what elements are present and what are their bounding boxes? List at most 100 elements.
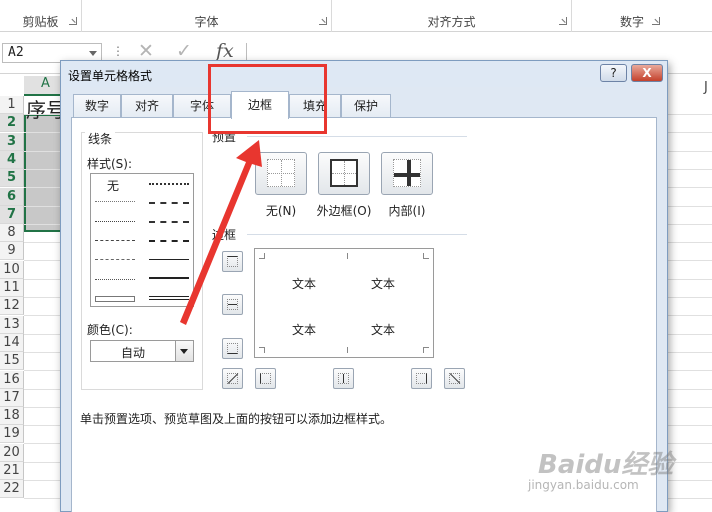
line-style-list[interactable]: 无 bbox=[90, 173, 194, 307]
border-none-icon bbox=[267, 159, 295, 187]
preset-outline-label: 外边框(O) bbox=[316, 204, 372, 218]
row-header-8[interactable]: 8 bbox=[0, 224, 24, 243]
row-header-1[interactable]: 1 bbox=[0, 96, 24, 114]
line-style-option[interactable] bbox=[149, 296, 189, 300]
ribbon-group-label: 字体 bbox=[194, 15, 219, 29]
row-header-5[interactable]: 5 bbox=[0, 169, 24, 188]
row-header-18[interactable]: 18 bbox=[0, 407, 24, 426]
line-style-option[interactable] bbox=[149, 202, 189, 204]
lines-section-label: 线条 bbox=[85, 130, 116, 147]
preview-text: 文本 bbox=[292, 323, 317, 337]
row-header-4[interactable]: 4 bbox=[0, 150, 24, 169]
row-header-9[interactable]: 9 bbox=[0, 242, 24, 261]
border-top-icon bbox=[227, 256, 238, 267]
ribbon-group-clipboard: 剪贴板 bbox=[0, 0, 82, 32]
preview-corner-mark bbox=[342, 347, 348, 353]
border-middle-vertical-button[interactable] bbox=[333, 368, 354, 389]
dialog-title-bar[interactable]: 设置单元格格式 ? X bbox=[61, 61, 667, 87]
line-style-option[interactable] bbox=[95, 221, 135, 222]
ribbon-group-bar: 剪贴板 字体 对齐方式 数字 bbox=[0, 0, 712, 32]
close-icon[interactable]: ✕ bbox=[138, 40, 154, 62]
border-diagonal-up-button[interactable] bbox=[222, 368, 243, 389]
line-color-value: 自动 bbox=[121, 346, 146, 360]
line-style-none[interactable]: 无 bbox=[107, 177, 119, 194]
line-style-option[interactable] bbox=[95, 240, 135, 241]
row-header-12[interactable]: 12 bbox=[0, 297, 24, 316]
preview-corner-mark bbox=[342, 253, 348, 259]
diagonal-up-icon bbox=[227, 373, 239, 384]
preset-none-button[interactable] bbox=[255, 152, 307, 195]
border-middle-vertical-icon bbox=[338, 373, 349, 384]
row-header-11[interactable]: 11 bbox=[0, 279, 24, 297]
border-bottom-button[interactable] bbox=[222, 338, 243, 359]
excel-window: 剪贴板 字体 对齐方式 数字 A2 ⋮ ✕ ✓ fx A J 序号 1 2 3 … bbox=[0, 0, 712, 512]
row-header-19[interactable]: 19 bbox=[0, 425, 24, 444]
line-style-option[interactable] bbox=[149, 183, 189, 185]
ribbon-group-label: 对齐方式 bbox=[427, 15, 476, 29]
preview-corner-mark bbox=[259, 347, 265, 353]
row-header-3[interactable]: 3 bbox=[0, 132, 24, 151]
tab-alignment[interactable]: 对齐 bbox=[121, 94, 173, 118]
chevron-down-icon[interactable] bbox=[175, 341, 193, 361]
tab-number[interactable]: 数字 bbox=[73, 94, 121, 118]
row-header-14[interactable]: 14 bbox=[0, 333, 24, 352]
close-button[interactable]: X bbox=[631, 64, 663, 82]
border-preview[interactable]: 文本 文本 文本 文本 bbox=[254, 248, 434, 358]
preset-none-label: 无(N) bbox=[265, 204, 297, 218]
lines-group: 线条 样式(S): 无 颜色(C): 自动 bbox=[81, 130, 203, 390]
preset-outline-button[interactable] bbox=[318, 152, 370, 195]
border-left-icon bbox=[260, 373, 271, 384]
dialog-launcher-icon[interactable] bbox=[559, 17, 567, 25]
border-bottom-icon bbox=[227, 343, 238, 354]
dialog-launcher-icon[interactable] bbox=[652, 17, 660, 25]
border-middle-horizontal-button[interactable] bbox=[222, 294, 243, 315]
border-diagonal-down-button[interactable] bbox=[444, 368, 465, 389]
line-style-option[interactable] bbox=[95, 201, 135, 202]
line-style-option[interactable] bbox=[149, 259, 189, 260]
ribbon-group-label: 数字 bbox=[619, 15, 644, 29]
watermark-url: jingyan.baidu.com bbox=[528, 478, 639, 492]
line-color-select[interactable]: 自动 bbox=[90, 340, 194, 362]
check-icon[interactable]: ✓ bbox=[176, 40, 192, 62]
preview-text: 文本 bbox=[292, 277, 317, 291]
column-header-j[interactable]: J bbox=[704, 80, 708, 95]
preview-corner-mark bbox=[423, 253, 429, 259]
preview-text: 文本 bbox=[371, 323, 396, 337]
name-box-value: A2 bbox=[8, 45, 24, 60]
row-header-15[interactable]: 15 bbox=[0, 352, 24, 371]
chevron-down-icon[interactable] bbox=[89, 51, 97, 56]
section-divider bbox=[247, 234, 467, 235]
fx-icon[interactable]: fx bbox=[216, 40, 234, 62]
line-style-option[interactable] bbox=[95, 279, 135, 280]
row-header-22[interactable]: 22 bbox=[0, 480, 24, 499]
more-icon[interactable]: ⋮ bbox=[112, 44, 124, 58]
dialog-launcher-icon[interactable] bbox=[69, 17, 77, 25]
line-style-option[interactable] bbox=[95, 296, 135, 302]
row-header-2[interactable]: 2 bbox=[0, 114, 24, 133]
line-style-option[interactable] bbox=[95, 259, 135, 260]
dialog-launcher-icon[interactable] bbox=[319, 17, 327, 25]
row-header-6[interactable]: 6 bbox=[0, 187, 24, 206]
border-top-button[interactable] bbox=[222, 251, 243, 272]
color-label: 颜色(C): bbox=[87, 321, 133, 338]
line-style-option[interactable] bbox=[149, 277, 189, 279]
line-style-option[interactable] bbox=[149, 240, 189, 242]
row-header-20[interactable]: 20 bbox=[0, 443, 24, 462]
border-left-button[interactable] bbox=[255, 368, 276, 389]
border-right-button[interactable] bbox=[411, 368, 432, 389]
help-button[interactable]: ? bbox=[600, 64, 627, 82]
row-header-10[interactable]: 10 bbox=[0, 260, 24, 279]
style-label: 样式(S): bbox=[87, 155, 133, 172]
row-header-16[interactable]: 16 bbox=[0, 370, 24, 389]
preset-inside-button[interactable] bbox=[381, 152, 433, 195]
tab-border[interactable]: 边框 bbox=[231, 91, 289, 119]
row-header-7[interactable]: 7 bbox=[0, 205, 24, 224]
border-section-label: 边框 bbox=[209, 226, 240, 243]
border-right-icon bbox=[416, 373, 427, 384]
row-header-13[interactable]: 13 bbox=[0, 315, 24, 334]
tab-protection[interactable]: 保护 bbox=[341, 94, 391, 118]
row-header-17[interactable]: 17 bbox=[0, 388, 24, 407]
row-header-21[interactable]: 21 bbox=[0, 462, 24, 480]
ribbon-group-number: 数字 bbox=[572, 0, 712, 32]
line-style-option[interactable] bbox=[149, 221, 189, 223]
